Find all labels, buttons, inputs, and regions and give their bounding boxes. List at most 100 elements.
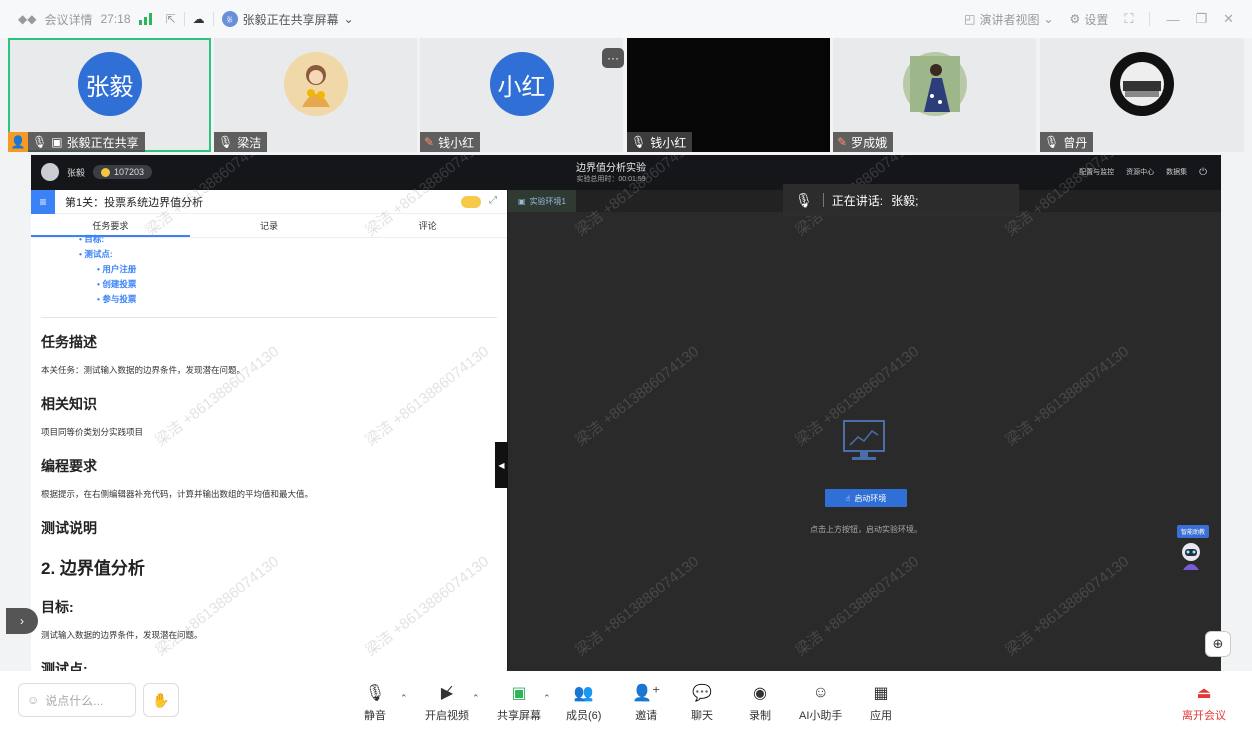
raise-hand-button[interactable]: ✋ [143,683,179,717]
invite-icon: 👤⁺ [632,685,661,702]
chevron-up-icon[interactable]: ⌃ [400,693,408,704]
section-heading: 任务描述 [41,334,97,350]
record-label: 录制 [749,710,771,722]
meeting-timer: 27:18 [100,12,131,26]
emoji-icon: ☺ [27,693,40,707]
mic-icon: 🎙 [32,135,48,149]
participant-name: 梁洁 [237,135,262,150]
zoom-in-button[interactable]: ⊕ [1205,631,1231,657]
camera-off-icon: ▶̸ [440,685,454,702]
expand-sidebar-button[interactable]: › [6,608,38,634]
list-item-text: 参与投票 [102,294,137,304]
avatar [902,52,967,116]
task-header: ≡ 第1关：投票系统边界值分析 [31,190,507,214]
apps-button[interactable]: ▦ 应用 [870,683,892,723]
cloud-record-icon[interactable]: ☁ [193,12,205,26]
exit-icon: ⏏ [1196,685,1212,702]
chat-button[interactable]: 💬 聊天 [691,683,713,723]
participant-tile[interactable]: 小红 ✎ 钱小红 [420,38,623,152]
tab-comments[interactable]: 评论 [348,214,507,237]
chat-label: 聊天 [691,710,713,722]
divider [1149,12,1151,26]
fullscreen-icon[interactable]: ⛶ [1124,11,1133,27]
meeting-toolbar: ☺ 说点什么... ✋ 🎙 静音 ⌃ ▶̸ 开启视频 ⌃ ▣ 共享屏幕 ⌃ 👥 成员(6… [0,671,1252,736]
score-badge: 107203 [93,165,153,179]
video-button[interactable]: ▶̸ 开启视频 [425,683,469,723]
experiment-time: 实验总用时：00:01:59 [576,176,646,183]
host-icon: 👤 [8,132,28,152]
chat-input[interactable]: ☺ 说点什么... [18,683,136,717]
speaking-label: 正在讲话: [831,193,884,208]
minimize-icon[interactable]: — [1166,12,1179,27]
hand-pointer-icon: ☝ [845,493,851,503]
participant-name: 张毅正在共享 [66,135,139,150]
chat-icon: 💬 [692,685,712,702]
section-heading: 测试点: [41,661,88,671]
external-window-icon[interactable]: ⇱ [166,12,176,26]
config-monitor-link[interactable]: 配置与监控 [1079,167,1114,178]
chevron-up-icon[interactable]: ⌃ [472,693,480,704]
dataset-link[interactable]: 数据集 [1166,167,1187,178]
meeting-info-link[interactable]: 会议详情 [44,11,92,28]
divider [822,193,824,207]
menu-icon[interactable]: ≡ [31,190,55,214]
participant-tag: 🎙 钱小红 [627,132,693,152]
tab-records[interactable]: 记录 [190,214,349,237]
robot-assistant-icon[interactable] [1175,540,1207,572]
record-icon: ◉ [753,685,767,702]
share-screen-button[interactable]: ▣ 共享屏幕 [497,683,541,723]
section-title: 2. 边界值分析 [41,559,145,578]
more-options-button[interactable]: ··· [602,48,624,68]
coin-icon [101,167,111,177]
close-icon[interactable]: ✕ [1223,11,1234,27]
shared-screen: 张毅 107203 边界值分析实验 实验总用时：00:01:59 配置与监控 资… [31,155,1221,671]
resource-center-link[interactable]: 资源中心 [1126,167,1154,178]
ai-assistant-button[interactable]: ☺ AI小助手 [799,683,842,723]
collapse-panel-button[interactable]: ◀ [495,442,508,488]
participant-tile[interactable]: 🎙 梁洁 [214,38,417,152]
participant-strip: 张毅 👤 🎙 ▣ 张毅正在共享 🎙 梁洁 小红 ✎ 钱小红 ··· 🎙 钱小红 [8,38,1244,152]
shared-top-links: 配置与监控 资源中心 数据集 ⏻ [1079,167,1207,178]
girl-illustration-icon [301,65,330,107]
environment-panel: ▣ 实验环境1 ☝ 启动环境 点击上方按钮，启动实验环境。 智能助教 [508,190,1221,671]
shared-top-bar: 张毅 107203 边界值分析实验 实验总用时：00:01:59 配置与监控 资… [31,155,1221,190]
participant-tile[interactable]: ✎ 罗成娥 [833,38,1036,152]
restore-icon[interactable]: ❐ [1195,11,1207,27]
participant-tile[interactable]: 🎙 钱小红 [627,38,830,152]
mic-muted-icon: ✎ [837,135,848,149]
invite-button[interactable]: 👤⁺ 邀请 [632,683,660,723]
chevron-down-icon: ⌄ [343,12,354,26]
signal-icon[interactable] [138,13,152,25]
avatar [41,163,59,181]
sharer-avatar: 张 [221,11,238,27]
ai-label: AI小助手 [799,710,843,722]
power-icon[interactable]: ⏻ [1199,167,1207,178]
sharing-status[interactable]: 张 张毅正在共享屏幕 ⌄ [221,11,354,28]
settings-button[interactable]: ⚙ 设置 [1070,11,1109,28]
meeting-logo-icon: ◆◆ [18,12,37,26]
mute-button[interactable]: 🎙 静音 [364,683,386,723]
status-badge [461,196,481,208]
ai-assistant-icon: ☺ [812,684,829,701]
section-heading: 测试说明 [41,520,97,536]
record-button[interactable]: ◉ 录制 [749,683,771,723]
leave-meeting-button[interactable]: ⏏ 离开会议 [1182,683,1226,723]
participant-tile[interactable]: 张毅 👤 🎙 ▣ 张毅正在共享 [8,38,211,152]
chat-placeholder: 说点什么... [45,693,104,708]
chevron-up-icon[interactable]: ⌃ [543,693,551,704]
tab-task-requirements[interactable]: 任务要求 [31,214,190,237]
assistant-tag[interactable]: 智能助教 [1176,525,1209,538]
avatar: 张毅 [77,52,142,116]
presenter-view-button[interactable]: ◰ 演讲者视图 ⌄ [964,11,1053,28]
expand-icon[interactable]: ⤢ [489,195,497,206]
start-button-label: 启动环境 [854,493,887,503]
start-hint: 点击上方按钮，启动实验环境。 [810,525,922,534]
participant-tile[interactable]: 🎙 曾丹 [1040,38,1244,152]
tab-label: 实验环境1 [529,196,567,206]
list-item: • 创建投票 [97,279,137,289]
divider [41,317,497,318]
members-button[interactable]: 👥 成员(6) [566,683,601,723]
tab-environment-1[interactable]: ▣ 实验环境1 [508,190,577,212]
share-screen-icon: ▣ [511,685,527,702]
start-environment-button[interactable]: ☝ 启动环境 [825,489,907,507]
